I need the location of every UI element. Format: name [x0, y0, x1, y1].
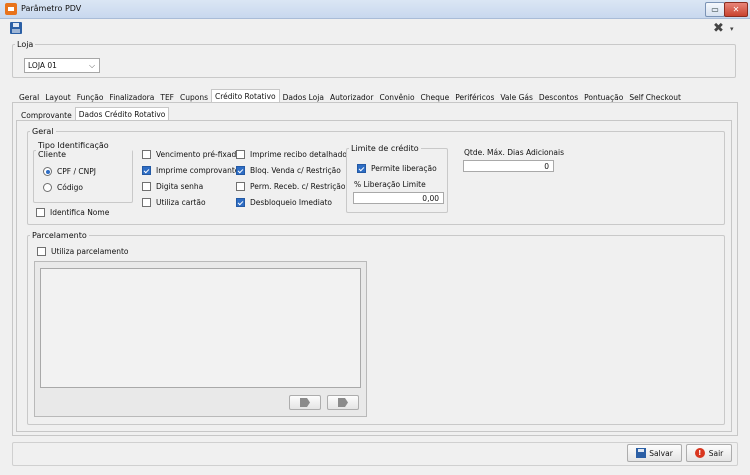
- checkbox-label: Vencimento pré-fixado: [156, 150, 241, 159]
- parcelamento-grid[interactable]: [40, 268, 361, 388]
- checkbox-box: [142, 198, 151, 207]
- restore-button[interactable]: ▭: [705, 2, 725, 17]
- qtde-max-dias-input[interactable]: 0: [463, 160, 554, 172]
- radio-cpf-cnpj[interactable]: CPF / CNPJ: [43, 167, 96, 176]
- geral-legend: Geral: [32, 127, 54, 136]
- loja-group: Loja: [12, 40, 736, 78]
- checkbox-bloq-venda-restricao[interactable]: Bloq. Venda c/ Restrição: [236, 166, 341, 175]
- prev-button[interactable]: [289, 395, 321, 410]
- checkbox-box: [236, 198, 245, 207]
- checkbox-box: [357, 164, 366, 173]
- window-title: Parâmetro PDV: [21, 4, 82, 13]
- checkbox-label: Identifica Nome: [50, 208, 110, 217]
- loja-select[interactable]: LOJA 01 ⌵: [24, 58, 100, 73]
- checkbox-utiliza-cartao[interactable]: Utiliza cartão: [142, 198, 206, 207]
- checkbox-box: [236, 166, 245, 175]
- checkbox-label: Utiliza cartão: [156, 198, 206, 207]
- next-button[interactable]: [327, 395, 359, 410]
- checkbox-label: Permite liberação: [371, 164, 437, 173]
- chevron-down-icon[interactable]: ▾: [730, 25, 734, 33]
- checkbox-box: [236, 150, 245, 159]
- checkbox-label: Perm. Receb. c/ Restrição: [250, 182, 346, 191]
- radio-dot: [43, 183, 52, 192]
- checkbox-label: Digita senha: [156, 182, 204, 191]
- checkbox-imprime-comprovante[interactable]: Imprime comprovante: [142, 166, 239, 175]
- qtde-max-dias-label: Qtde. Máx. Dias Adicionais: [464, 148, 564, 157]
- checkbox-label: Imprime recibo detalhado: [250, 150, 347, 159]
- exit-label: Sair: [708, 448, 724, 458]
- checkbox-vencimento-pre-fixado[interactable]: Vencimento pré-fixado: [142, 150, 241, 159]
- parcelamento-legend: Parcelamento: [32, 231, 87, 240]
- checkbox-box: [142, 166, 151, 175]
- nav-icon: [300, 398, 310, 407]
- checkbox-permite-liberacao[interactable]: Permite liberação: [357, 164, 437, 173]
- nav-icon: [338, 398, 348, 407]
- checkbox-box: [236, 182, 245, 191]
- checkbox-box: [142, 182, 151, 191]
- radio-label: CPF / CNPJ: [57, 167, 96, 176]
- checkbox-box: [37, 247, 46, 256]
- close-icon: ✕: [732, 5, 740, 14]
- loja-legend: Loja: [17, 40, 34, 49]
- checkbox-label: Imprime comprovante: [156, 166, 240, 175]
- radio-codigo[interactable]: Código: [43, 183, 83, 192]
- checkbox-box: [36, 208, 45, 217]
- chevron-down-icon: ⌵: [88, 60, 96, 70]
- app-icon: [5, 3, 17, 15]
- save-button[interactable]: Salvar: [627, 444, 682, 462]
- save-icon[interactable]: [10, 22, 22, 34]
- checkbox-identifica-nome[interactable]: Identifica Nome: [36, 208, 109, 217]
- exit-icon: !: [694, 448, 705, 458]
- liberacao-limite-label: % Liberação Limite: [354, 180, 426, 189]
- liberacao-limite-input[interactable]: 0,00: [353, 192, 444, 204]
- radio-label: Código: [57, 183, 84, 192]
- checkbox-imprime-recibo-detalhado[interactable]: Imprime recibo detalhado: [236, 150, 347, 159]
- loja-value: LOJA 01: [28, 61, 57, 70]
- checkbox-perm-receb-restricao[interactable]: Perm. Receb. c/ Restrição: [236, 182, 346, 191]
- save-label: Salvar: [649, 448, 673, 458]
- checkbox-desbloqueio-imediato[interactable]: Desbloqueio Imediato: [236, 198, 332, 207]
- radio-dot: [43, 167, 52, 176]
- checkbox-utiliza-parcelamento[interactable]: Utiliza parcelamento: [37, 247, 129, 256]
- limite-credito-legend: Limite de crédito: [351, 144, 419, 153]
- exit-button[interactable]: ! Sair: [686, 444, 732, 462]
- restore-icon: ▭: [711, 5, 719, 14]
- checkbox-label: Desbloqueio Imediato: [250, 198, 333, 207]
- checkbox-digita-senha[interactable]: Digita senha: [142, 182, 203, 191]
- close-button[interactable]: ✕: [724, 2, 748, 17]
- title-bar: [0, 0, 750, 19]
- tipo-identificacao-legend: Tipo Identificação Cliente: [38, 141, 109, 159]
- checkbox-label: Bloq. Venda c/ Restrição: [250, 166, 341, 175]
- tools-icon[interactable]: ✖: [713, 21, 724, 36]
- checkbox-box: [142, 150, 151, 159]
- checkbox-label: Utiliza parcelamento: [51, 247, 129, 256]
- save-icon: [636, 448, 647, 458]
